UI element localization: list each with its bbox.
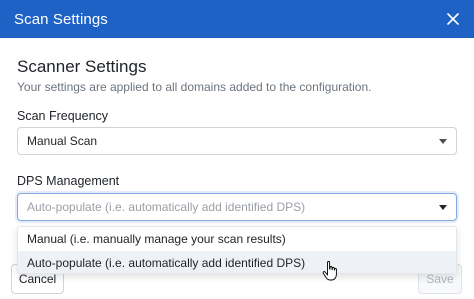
hand-pointer-cursor-icon (322, 261, 337, 281)
scan-settings-modal: Scan Settings Scanner Settings Your sett… (0, 0, 474, 299)
dps-management-select[interactable]: Auto-populate (i.e. automatically add id… (17, 193, 457, 221)
scan-frequency-label: Scan Frequency (17, 109, 109, 123)
close-icon (447, 13, 459, 25)
section-title: Scanner Settings (17, 57, 147, 76)
section-description: Your settings are applied to all domains… (17, 80, 372, 94)
scan-frequency-value: Manual Scan (27, 134, 98, 148)
chevron-down-icon (439, 139, 447, 144)
dps-management-dropdown-menu: Manual (i.e. manually manage your scan r… (17, 226, 457, 274)
modal-title: Scan Settings (14, 10, 108, 28)
scan-frequency-select[interactable]: Manual Scan (17, 127, 457, 155)
dps-management-placeholder: Auto-populate (i.e. automatically add id… (27, 200, 306, 214)
dps-management-label: DPS Management (17, 174, 120, 188)
dropdown-option-manual[interactable]: Manual (i.e. manually manage your scan r… (18, 227, 456, 250)
chevron-down-icon (439, 205, 447, 210)
close-button[interactable] (442, 8, 464, 30)
dropdown-option-auto-populate[interactable]: Auto-populate (i.e. automatically add id… (18, 251, 456, 273)
modal-header: Scan Settings (0, 0, 474, 38)
